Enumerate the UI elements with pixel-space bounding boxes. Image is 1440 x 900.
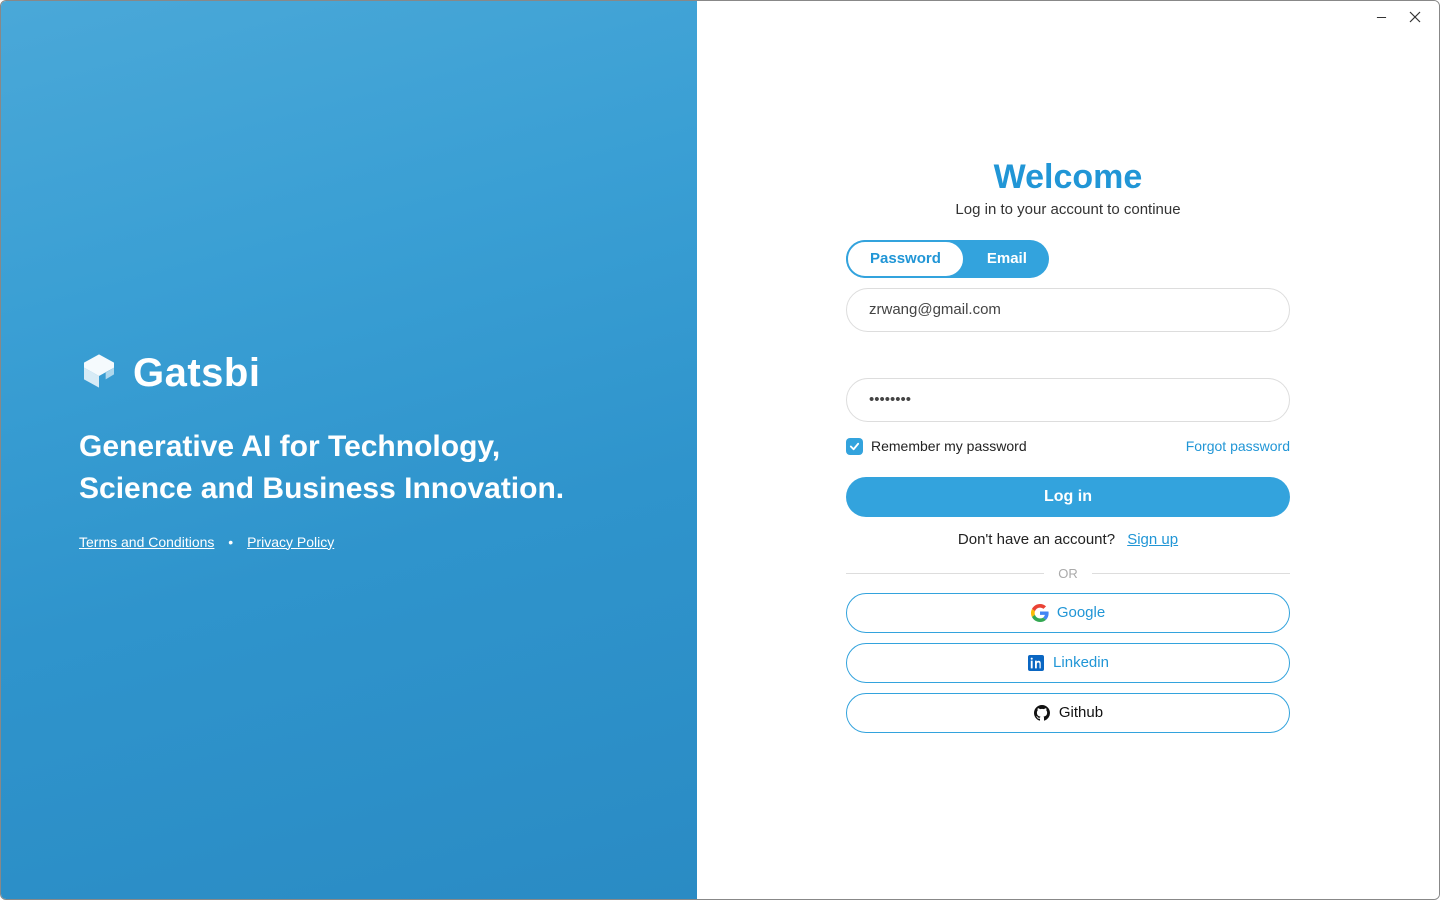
privacy-link[interactable]: Privacy Policy bbox=[247, 534, 334, 550]
login-panel: Welcome Log in to your account to contin… bbox=[697, 1, 1439, 899]
minimize-button[interactable] bbox=[1373, 9, 1389, 25]
app-window: Gatsbi Generative AI for Technology, Sci… bbox=[0, 0, 1440, 900]
brand-panel: Gatsbi Generative AI for Technology, Sci… bbox=[1, 1, 697, 899]
brand-name: Gatsbi bbox=[133, 351, 260, 396]
remember-label: Remember my password bbox=[871, 438, 1027, 454]
brand-tagline: Generative AI for Technology, Science an… bbox=[79, 426, 619, 510]
github-login-button[interactable]: Github bbox=[846, 693, 1290, 733]
linkedin-label: Linkedin bbox=[1053, 654, 1109, 671]
github-icon bbox=[1033, 704, 1051, 722]
or-label: OR bbox=[1058, 566, 1078, 581]
legal-links: Terms and Conditions • Privacy Policy bbox=[79, 534, 619, 550]
signup-prompt: Don't have an account? bbox=[958, 531, 1115, 548]
remember-checkbox[interactable] bbox=[846, 438, 863, 455]
brand-logo-icon bbox=[79, 351, 119, 396]
login-button[interactable]: Log in bbox=[846, 477, 1290, 517]
linkedin-icon bbox=[1027, 654, 1045, 672]
tab-password[interactable]: Password bbox=[846, 240, 965, 278]
email-field[interactable] bbox=[846, 288, 1290, 332]
linkedin-login-button[interactable]: Linkedin bbox=[846, 643, 1290, 683]
close-button[interactable] bbox=[1407, 9, 1423, 25]
auth-mode-toggle: Password Email bbox=[846, 240, 1049, 278]
window-titlebar bbox=[1373, 1, 1439, 33]
google-login-button[interactable]: Google bbox=[846, 593, 1290, 633]
welcome-heading: Welcome bbox=[846, 158, 1290, 197]
legal-separator: • bbox=[228, 534, 233, 550]
google-icon bbox=[1031, 604, 1049, 622]
google-label: Google bbox=[1057, 604, 1105, 621]
tab-email[interactable]: Email bbox=[965, 240, 1049, 278]
signup-link[interactable]: Sign up bbox=[1127, 531, 1178, 548]
github-label: Github bbox=[1059, 704, 1103, 721]
or-divider: OR bbox=[846, 566, 1290, 581]
password-field[interactable] bbox=[846, 378, 1290, 422]
forgot-password-link[interactable]: Forgot password bbox=[1186, 438, 1290, 454]
login-subtitle: Log in to your account to continue bbox=[846, 201, 1290, 218]
terms-link[interactable]: Terms and Conditions bbox=[79, 534, 214, 550]
